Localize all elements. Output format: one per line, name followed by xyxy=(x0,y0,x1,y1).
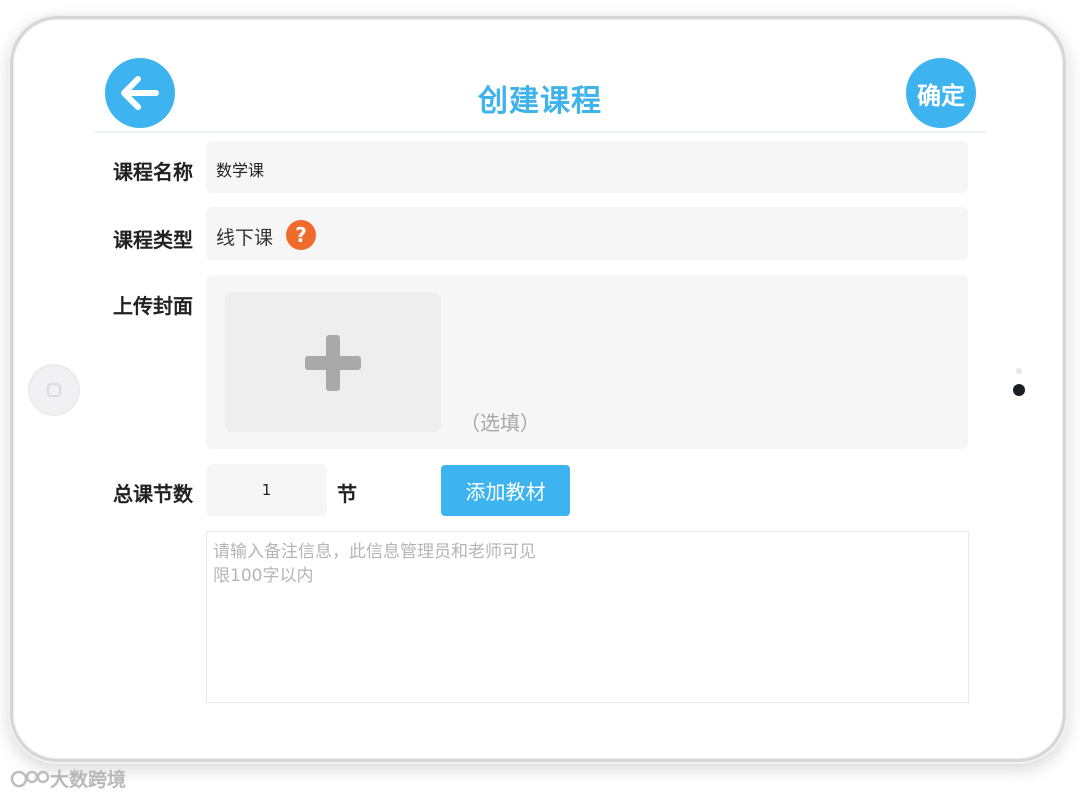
question-icon[interactable]: ? xyxy=(286,220,316,250)
home-button[interactable] xyxy=(28,364,80,416)
lesson-count-input[interactable]: 1 xyxy=(206,464,327,516)
watermark-logo-icon xyxy=(10,770,50,787)
camera-icon xyxy=(1013,384,1025,396)
cover-label: 上传封面 xyxy=(113,294,193,318)
course-type-value: 线下课 xyxy=(216,227,274,249)
header-divider xyxy=(95,131,987,133)
upload-cover-button[interactable] xyxy=(225,292,441,432)
note-placeholder-line1: 请输入备注信息，此信息管理员和老师可见 xyxy=(213,542,536,562)
sensor-dot xyxy=(1016,368,1022,374)
add-material-button[interactable]: 添加教材 xyxy=(441,465,570,516)
note-textarea[interactable]: 请输入备注信息，此信息管理员和老师可见 限100字以内 xyxy=(206,531,969,703)
course-name-value: 数学课 xyxy=(216,161,265,180)
course-type-label: 课程类型 xyxy=(113,228,193,252)
note-placeholder-line2: 限100字以内 xyxy=(213,566,314,586)
plus-icon-bar xyxy=(305,356,361,370)
course-name-field[interactable]: 数学课 xyxy=(206,141,968,193)
watermark-text: 大数跨境 xyxy=(50,769,127,791)
optional-hint: （选填） xyxy=(460,411,540,435)
lesson-unit-label: 节 xyxy=(337,482,357,506)
course-type-field[interactable]: 线下课 xyxy=(206,207,968,260)
watermark: 大数跨境 xyxy=(10,765,126,792)
lesson-count-label: 总课节数 xyxy=(113,482,193,506)
course-name-label: 课程名称 xyxy=(113,160,193,184)
confirm-button[interactable]: 确定 xyxy=(906,58,976,128)
home-square-icon xyxy=(47,383,61,397)
